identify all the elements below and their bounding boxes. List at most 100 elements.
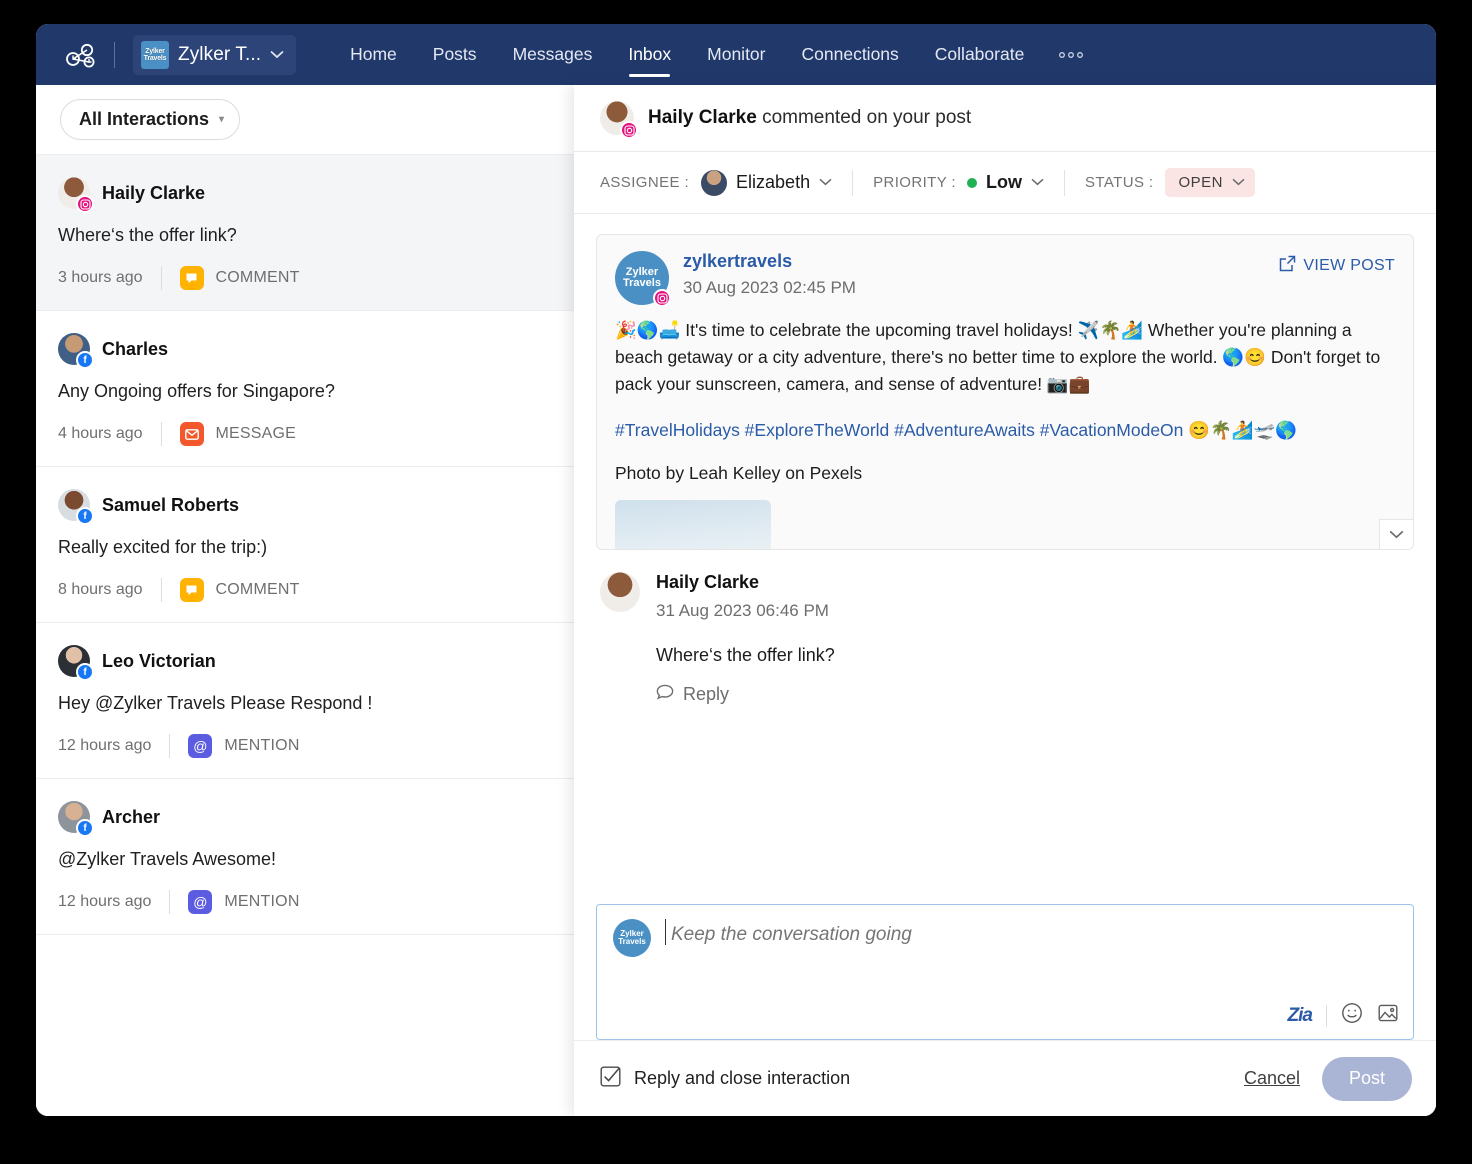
- composer-action-bar: Reply and close interaction Cancel Post: [574, 1040, 1436, 1116]
- list-item-type: MESSAGE: [216, 425, 297, 443]
- comment-icon: [180, 266, 204, 290]
- detail-header: Haily Clarke commented on your post: [574, 85, 1436, 152]
- reply-and-close-label: Reply and close interaction: [634, 1068, 850, 1089]
- chevron-down-icon: [1232, 177, 1245, 189]
- smiley-icon[interactable]: [1341, 1002, 1363, 1029]
- post-photo-thumbnail[interactable]: [615, 500, 771, 550]
- at-icon: @: [188, 734, 212, 758]
- zia-icon[interactable]: Zia: [1288, 1005, 1312, 1027]
- assignee-label: ASSIGNEE :: [600, 174, 689, 191]
- org-avatar-line2: Travels: [144, 55, 167, 62]
- list-item-name: Archer: [102, 807, 160, 828]
- conversation-scroll-area: Zylker Travels zylkertravels 30: [574, 214, 1436, 904]
- app-window: Zylker Travels Zylker T... Home Posts Me…: [36, 24, 1436, 1116]
- priority-label: PRIORITY :: [873, 174, 956, 191]
- assignee-name: Elizabeth: [736, 172, 810, 193]
- list-item-type: COMMENT: [216, 269, 300, 287]
- zoho-social-icon[interactable]: [58, 38, 100, 72]
- meta-divider: [852, 170, 853, 196]
- reply-and-close-checkbox[interactable]: Reply and close interaction: [600, 1066, 850, 1092]
- comment-icon: [180, 578, 204, 602]
- nav-item-collaborate[interactable]: Collaborate: [917, 24, 1043, 85]
- instagram-badge-icon: [653, 289, 671, 307]
- composer-avatar-line2: Travels: [618, 937, 646, 946]
- list-item-time: 12 hours ago: [58, 737, 169, 755]
- list-item-type: MENTION: [224, 893, 299, 911]
- detail-header-action: commented on your post: [757, 107, 971, 128]
- chevron-down-icon: ▾: [219, 114, 224, 125]
- org-avatar: Zylker Travels: [141, 41, 169, 69]
- original-post-card: Zylker Travels zylkertravels 30: [596, 234, 1414, 550]
- list-item-time: 3 hours ago: [58, 269, 161, 287]
- all-interactions-dropdown[interactable]: All Interactions ▾: [60, 99, 240, 140]
- status-value: OPEN: [1178, 174, 1223, 191]
- nav-item-messages[interactable]: Messages: [495, 24, 611, 85]
- reply-label: Reply: [683, 684, 729, 705]
- avatar: f: [58, 801, 90, 833]
- comment-thread-item: Haily Clarke 31 Aug 2023 06:46 PM Where‘…: [574, 550, 1436, 705]
- comment-date: 31 Aug 2023 06:46 PM: [656, 601, 835, 621]
- facebook-badge-icon: f: [76, 819, 94, 837]
- avatar: f: [58, 489, 90, 521]
- speech-bubble-icon: [656, 684, 674, 705]
- list-item-time: 8 hours ago: [58, 581, 161, 599]
- composer-brand-avatar: Zylker Travels: [613, 919, 651, 957]
- post-date: 30 Aug 2023 02:45 PM: [683, 278, 856, 298]
- org-avatar-line1: Zylker: [145, 48, 164, 55]
- nav-item-home[interactable]: Home: [332, 24, 415, 85]
- nav-item-connections[interactable]: Connections: [784, 24, 917, 85]
- view-post-label: VIEW POST: [1303, 257, 1395, 275]
- cancel-button[interactable]: Cancel: [1244, 1068, 1300, 1089]
- status-label: STATUS :: [1085, 174, 1153, 191]
- facebook-badge-icon: f: [76, 507, 94, 525]
- instagram-badge-icon: [76, 195, 94, 213]
- chevron-down-icon: [1031, 177, 1044, 189]
- facebook-badge-icon: f: [76, 663, 94, 681]
- list-item-time: 4 hours ago: [58, 425, 161, 443]
- priority-value: Low: [986, 172, 1022, 193]
- meta-divider: [161, 422, 162, 446]
- post-avatar-line2: Travels: [623, 277, 661, 289]
- list-item-name: Leo Victorian: [102, 651, 216, 672]
- post-hashtags[interactable]: #TravelHolidays #ExploreTheWorld #Advent…: [615, 420, 1391, 441]
- facebook-badge-icon: f: [76, 351, 94, 369]
- reply-input[interactable]: [665, 919, 1413, 945]
- external-link-icon: [1279, 255, 1296, 277]
- all-interactions-label: All Interactions: [79, 109, 209, 130]
- post-button[interactable]: Post: [1322, 1057, 1412, 1101]
- chevron-down-icon: [270, 46, 284, 64]
- nav-links: Home Posts Messages Inbox Monitor Connec…: [332, 24, 1100, 85]
- toolbar-divider: [1326, 1005, 1327, 1027]
- status-badge[interactable]: OPEN: [1165, 168, 1255, 197]
- list-item-name: Samuel Roberts: [102, 495, 239, 516]
- app-body: All Interactions ▾: [36, 85, 1436, 1116]
- chevron-down-icon: [819, 177, 832, 189]
- list-item-name: Charles: [102, 339, 168, 360]
- post-handle[interactable]: zylkertravels: [683, 251, 856, 272]
- composer-toolbar: Zia: [1288, 1002, 1399, 1029]
- view-post-button[interactable]: VIEW POST: [1279, 255, 1395, 277]
- image-icon[interactable]: [1377, 1002, 1399, 1029]
- nav-item-inbox[interactable]: Inbox: [610, 24, 689, 85]
- avatar: [701, 170, 727, 196]
- priority-dropdown[interactable]: Low: [967, 172, 1044, 193]
- meta-divider: [169, 890, 170, 914]
- org-switcher[interactable]: Zylker Travels Zylker T...: [133, 35, 296, 75]
- more-menu-icon[interactable]: [1042, 24, 1100, 85]
- nav-item-posts[interactable]: Posts: [415, 24, 495, 85]
- expand-post-button[interactable]: [1379, 519, 1413, 549]
- list-item-type: COMMENT: [216, 581, 300, 599]
- meta-divider: [161, 266, 162, 290]
- assignee-dropdown[interactable]: Elizabeth: [701, 170, 832, 196]
- checkbox-checked-icon: [600, 1066, 621, 1092]
- list-item-time: 12 hours ago: [58, 893, 169, 911]
- meta-divider: [169, 734, 170, 758]
- meta-divider: [161, 578, 162, 602]
- interaction-meta-bar: ASSIGNEE : Elizabeth PRIORITY : Low: [574, 152, 1436, 214]
- detail-header-title: Haily Clarke commented on your post: [648, 107, 971, 129]
- comment-text: Where‘s the offer link?: [656, 645, 835, 666]
- reply-button[interactable]: Reply: [656, 684, 835, 705]
- nav-item-monitor[interactable]: Monitor: [689, 24, 783, 85]
- comment-author: Haily Clarke: [656, 572, 835, 593]
- avatar: f: [58, 333, 90, 365]
